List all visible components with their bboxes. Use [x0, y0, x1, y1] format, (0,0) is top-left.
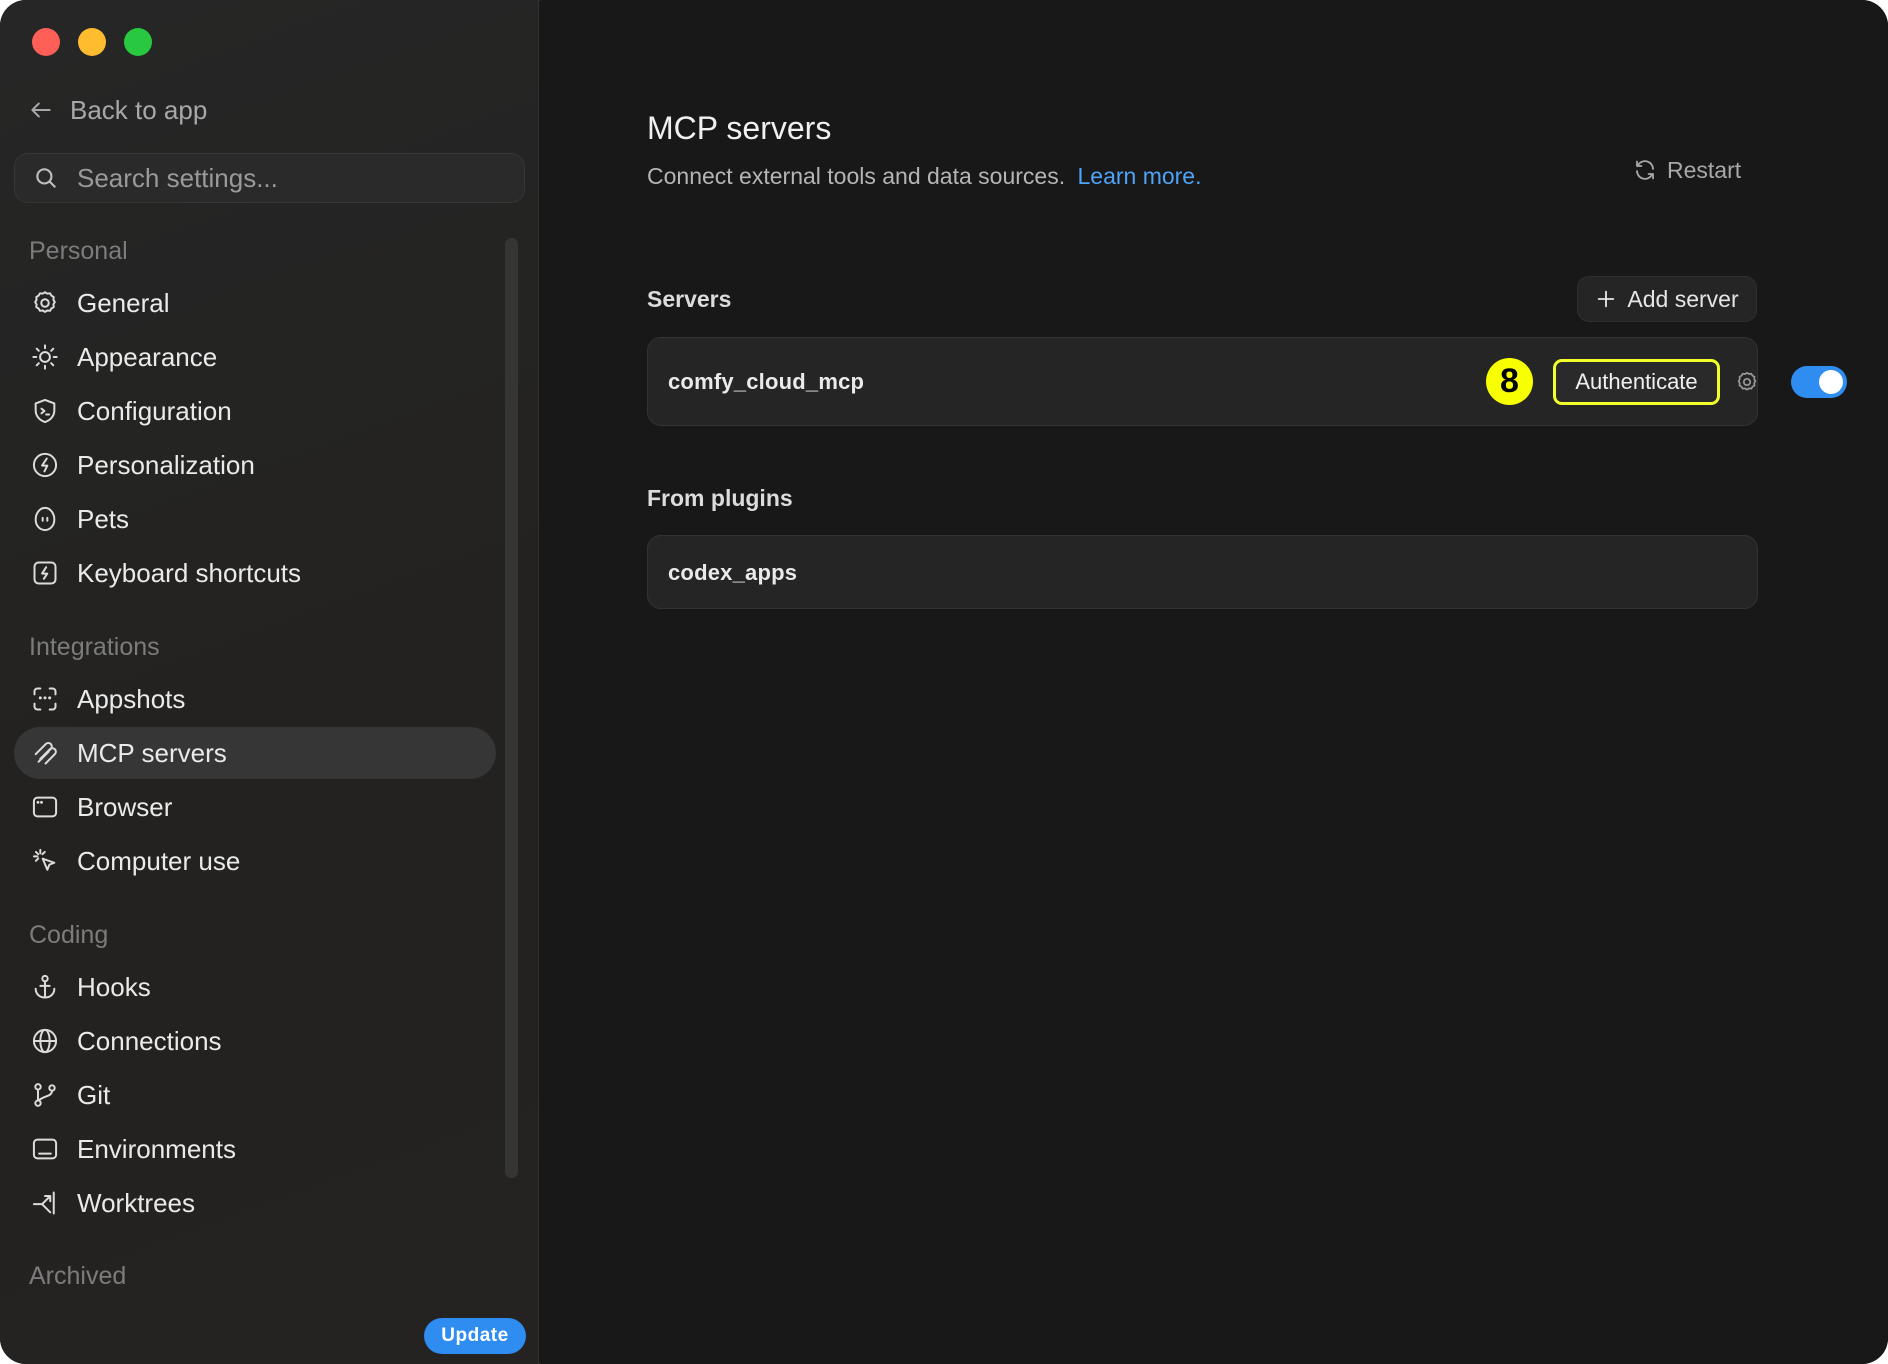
learn-more-link[interactable]: Learn more. — [1077, 163, 1201, 189]
plugin-name: codex_apps — [668, 560, 798, 585]
add-server-label: Add server — [1627, 285, 1739, 312]
back-to-app-label: Back to app — [70, 94, 208, 125]
sidebar-item-label: Environments — [77, 1133, 236, 1164]
sidebar-item-general[interactable]: General — [14, 277, 496, 329]
sidebar-item-hooks[interactable]: Hooks — [14, 961, 496, 1013]
gear-icon — [1737, 371, 1757, 391]
sidebar-item-pets[interactable]: Pets — [14, 493, 496, 545]
restart-label: Restart — [1667, 156, 1742, 183]
server-row: comfy_cloud_mcp 8 Authenticate — [647, 337, 1847, 426]
add-server-button[interactable]: Add server — [1577, 276, 1757, 322]
search-icon — [36, 168, 56, 188]
sidebar-item-label: Configuration — [77, 395, 232, 426]
authenticate-button[interactable]: Authenticate — [1553, 359, 1720, 405]
sidebar-item-label: Hooks — [77, 971, 151, 1002]
section-label-coding: Coding — [29, 921, 109, 949]
globe-icon — [30, 1026, 60, 1056]
sidebar-item-git[interactable]: Git — [14, 1069, 496, 1121]
sidebar-item-browser[interactable]: Browser — [14, 781, 496, 833]
sidebar-item-label: Browser — [77, 791, 173, 822]
sidebar-item-worktrees[interactable]: Worktrees — [14, 1177, 496, 1229]
settings-window: Back to app Personal General Appearance — [0, 0, 1888, 1364]
sidebar-item-label: Worktrees — [77, 1187, 195, 1218]
plugin-row: codex_apps — [647, 535, 1758, 609]
sidebar: Back to app Personal General Appearance — [0, 0, 539, 1364]
sidebar-item-connections[interactable]: Connections — [14, 1015, 496, 1067]
arrow-left-icon — [31, 102, 51, 118]
browser-window-icon — [30, 792, 60, 822]
main-panel: MCP servers Connect external tools and d… — [540, 0, 1888, 1364]
worktree-icon — [30, 1188, 60, 1218]
server-name: comfy_cloud_mcp — [668, 369, 865, 394]
sidebar-item-keyboard-shortcuts[interactable]: Keyboard shortcuts — [14, 547, 496, 599]
search-box[interactable] — [14, 153, 525, 203]
sidebar-item-computer-use[interactable]: Computer use — [14, 835, 496, 887]
gear-icon — [30, 288, 60, 318]
anchor-icon — [30, 972, 60, 1002]
keyboard-shortcut-icon — [30, 558, 60, 588]
search-input[interactable] — [75, 161, 499, 195]
sidebar-item-appshots[interactable]: Appshots — [14, 673, 496, 725]
server-settings-button[interactable] — [1733, 368, 1761, 396]
servers-heading: Servers — [647, 286, 732, 312]
restart-button[interactable]: Restart — [1633, 152, 1741, 188]
sun-icon — [30, 342, 60, 372]
pet-icon — [30, 504, 60, 534]
laptop-icon — [30, 1134, 60, 1164]
sidebar-item-personalization[interactable]: Personalization — [14, 439, 496, 491]
mcp-icon — [30, 738, 60, 768]
section-label-archived: Archived — [29, 1262, 127, 1290]
server-enabled-toggle[interactable] — [1791, 366, 1847, 398]
update-button[interactable]: Update — [424, 1318, 526, 1354]
sidebar-item-label: Pets — [77, 503, 130, 534]
sidebar-item-appearance[interactable]: Appearance — [14, 331, 496, 383]
back-to-app-link[interactable]: Back to app — [28, 92, 207, 128]
cursor-click-icon — [30, 846, 60, 876]
zoom-window-button[interactable] — [124, 28, 152, 56]
page-title: MCP servers — [647, 110, 832, 146]
sidebar-item-label: MCP servers — [77, 737, 227, 768]
sidebar-item-mcp-servers[interactable]: MCP servers — [14, 727, 496, 779]
sidebar-item-label: Connections — [77, 1025, 222, 1056]
minimize-window-button[interactable] — [78, 28, 106, 56]
page-subtitle: Connect external tools and data sources.… — [647, 163, 1202, 190]
refresh-icon — [1636, 160, 1654, 180]
sidebar-scrollbar[interactable] — [505, 238, 518, 1178]
sidebar-item-label: Appearance — [77, 341, 218, 372]
sidebar-item-configuration[interactable]: Configuration — [14, 385, 496, 437]
sidebar-item-label: Git — [77, 1079, 111, 1110]
personalization-icon — [30, 450, 60, 480]
sidebar-item-environments[interactable]: Environments — [14, 1123, 496, 1175]
screenshot-frame-icon — [30, 684, 60, 714]
from-plugins-heading: From plugins — [647, 485, 793, 511]
close-window-button[interactable] — [32, 28, 60, 56]
git-branch-icon — [30, 1080, 60, 1110]
section-label-integrations: Integrations — [29, 633, 160, 661]
plus-icon — [1598, 290, 1615, 308]
sidebar-item-label: Appshots — [77, 683, 186, 714]
toggle-knob — [1819, 370, 1843, 394]
sidebar-item-label: General — [77, 287, 170, 318]
sidebar-item-label: Keyboard shortcuts — [77, 557, 302, 588]
sidebar-item-label: Computer use — [77, 845, 241, 876]
shield-terminal-icon — [30, 396, 60, 426]
sidebar-item-label: Personalization — [77, 449, 255, 480]
step-badge: 8 — [1486, 358, 1533, 405]
page-subtitle-text: Connect external tools and data sources. — [647, 163, 1066, 189]
section-label-personal: Personal — [29, 237, 128, 265]
